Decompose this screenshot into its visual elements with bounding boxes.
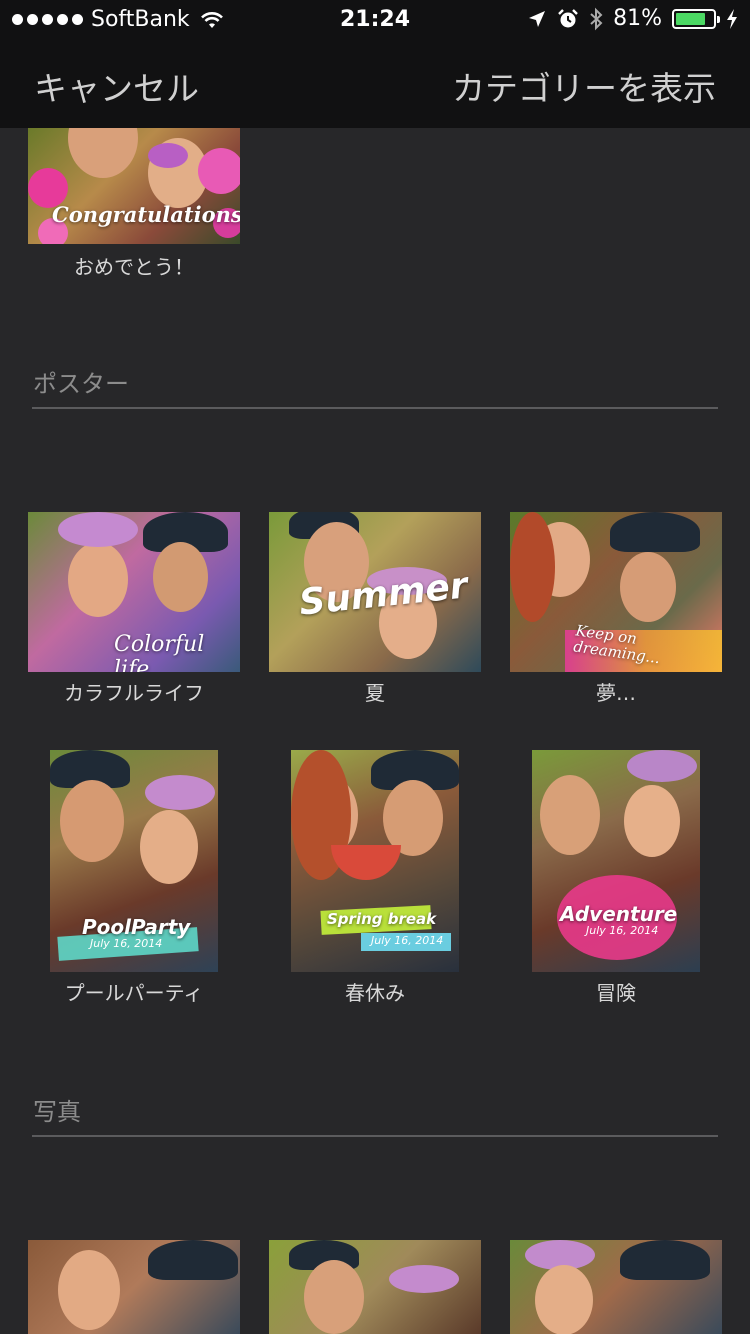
- photo-template-1[interactable]: [28, 1240, 240, 1334]
- status-bar: SoftBank 21:24 81%: [0, 0, 750, 40]
- status-right: 81%: [527, 6, 738, 31]
- thumbnail-date: July 16, 2014: [586, 924, 659, 937]
- template-label: プールパーティ: [64, 981, 204, 1005]
- template-spring-break[interactable]: Spring break July 16, 2014: [291, 750, 459, 972]
- thumbnail-caption: Congratulations!: [52, 202, 240, 227]
- template-colorful-life[interactable]: Colorful life: [28, 512, 240, 672]
- thumbnail-caption: PoolParty: [82, 915, 191, 939]
- section-title-photo: 写真: [33, 1098, 81, 1126]
- battery-icon: [672, 8, 720, 29]
- battery-percentage: 81%: [613, 6, 662, 31]
- template-keep-on-dreaming[interactable]: Keep on dreaming...: [510, 512, 722, 672]
- template-label: 春休み: [345, 981, 405, 1005]
- battery-level: [676, 12, 705, 25]
- charging-bolt-icon: [727, 8, 737, 29]
- template-summer[interactable]: Summer: [269, 512, 481, 672]
- template-label: 夏: [365, 681, 385, 705]
- show-categories-button[interactable]: カテゴリーを表示: [452, 62, 716, 110]
- template-adventure[interactable]: Adventure July 16, 2014: [532, 750, 700, 972]
- photo-template-3[interactable]: [510, 1240, 722, 1334]
- template-label: 夢…: [596, 681, 636, 705]
- template-label: カラフルライフ: [64, 681, 204, 705]
- alarm-icon: [558, 8, 578, 27]
- navigation-bar: キャンセル カテゴリーを表示: [0, 40, 750, 128]
- template-pool-party[interactable]: PoolParty July 16, 2014: [50, 750, 218, 972]
- template-congratulations[interactable]: Congratulations!: [28, 128, 240, 244]
- template-label: 冒険: [596, 981, 636, 1005]
- thumbnail-caption: Spring break: [327, 910, 437, 928]
- thumbnail-caption: Adventure: [560, 902, 678, 926]
- section-title-poster: ポスター: [33, 370, 129, 398]
- thumbnail-date: July 16, 2014: [90, 937, 163, 950]
- template-label: おめでとう！: [74, 255, 194, 279]
- section-divider: [32, 1135, 718, 1137]
- thumbnail-caption: Colorful life: [114, 632, 205, 672]
- thumbnail-date: July 16, 2014: [371, 934, 444, 947]
- location-arrow-icon: [529, 10, 546, 27]
- bluetooth-icon: [590, 7, 603, 30]
- section-divider: [32, 407, 718, 409]
- photo-template-2[interactable]: [269, 1240, 481, 1334]
- cancel-button[interactable]: キャンセル: [34, 62, 199, 110]
